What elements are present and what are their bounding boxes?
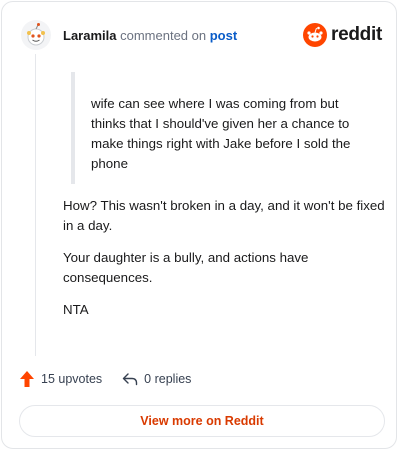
comment-paragraph-3: NTA (63, 302, 89, 317)
reddit-brand[interactable]: reddit (303, 23, 382, 47)
view-more-button[interactable]: View more on Reddit (19, 405, 385, 437)
comment-paragraph-2: Your daughter is a bully, and actions ha… (63, 250, 309, 285)
upvote-count: 15 upvotes (41, 372, 103, 386)
blockquote: wife can see where I was coming from but… (71, 72, 371, 184)
reply-count: 0 replies (144, 372, 192, 386)
avatar[interactable] (21, 20, 51, 50)
reply-action[interactable]: 0 replies (122, 372, 191, 386)
upvote-action[interactable]: 15 upvotes (19, 370, 102, 388)
comment-body: How? This wasn't broken in a day, and it… (63, 196, 385, 332)
snoo-avatar-icon (27, 23, 45, 46)
thread-line (35, 54, 36, 356)
comment-header: Laramila commented on post reddit (21, 19, 382, 51)
post-link[interactable]: post (210, 28, 237, 43)
comment-actions: 15 upvotes 0 replies (19, 370, 211, 388)
reply-icon (122, 373, 138, 386)
upvote-arrow-icon (20, 371, 34, 387)
reddit-logo-icon (303, 23, 328, 47)
brand-wordmark: reddit (331, 24, 382, 45)
action-text: commented on (120, 27, 207, 43)
comment-meta: Laramila commented on post (63, 28, 237, 43)
username-link[interactable]: Laramila (63, 28, 116, 43)
comment-paragraph-1: How? This wasn't broken in a day, and it… (63, 198, 385, 233)
embed-card: Laramila commented on post reddit wife c… (1, 1, 397, 449)
